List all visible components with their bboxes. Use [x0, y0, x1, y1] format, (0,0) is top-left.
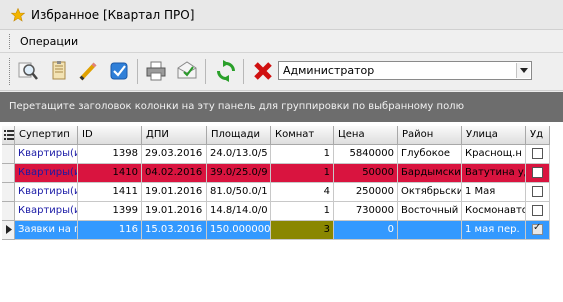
- mail-button[interactable]: [174, 58, 200, 84]
- table-cell-price[interactable]: 5840000: [334, 145, 398, 164]
- checkbox-icon: [110, 62, 128, 80]
- table-cell-district[interactable]: Бардымский: [398, 164, 462, 183]
- star-icon: [11, 7, 25, 22]
- notes-button[interactable]: [46, 58, 72, 84]
- table-cell-district[interactable]: [398, 221, 462, 240]
- table-cell-supertype[interactable]: Заявки на п: [15, 221, 78, 240]
- group-by-panel[interactable]: Перетащите заголовок колонки на эту пане…: [0, 92, 563, 122]
- delete-icon: [254, 62, 272, 80]
- column-header-rooms[interactable]: Комнат: [271, 126, 334, 145]
- menu-operations[interactable]: Операции: [20, 35, 78, 48]
- mail-icon: [177, 61, 197, 79]
- row-indicator[interactable]: [2, 221, 15, 240]
- table-cell-deleted: [526, 183, 550, 202]
- menu-grip: [9, 34, 11, 49]
- table-cell-supertype[interactable]: Квартиры(и: [15, 183, 78, 202]
- table-cell-dpi[interactable]: 29.03.2016: [142, 145, 207, 164]
- table-cell-street[interactable]: Ватутина уд: [462, 164, 526, 183]
- toolbar-grip: [9, 58, 11, 85]
- column-header-id[interactable]: ID: [78, 126, 142, 145]
- table-cell-area[interactable]: 81.0/50.0/1: [207, 183, 271, 202]
- check-button[interactable]: [106, 58, 132, 84]
- column-header-deleted[interactable]: Уд: [526, 126, 550, 145]
- table-cell-supertype[interactable]: Квартиры(и: [15, 202, 78, 221]
- table-cell-rooms[interactable]: 1: [271, 202, 334, 221]
- row-indicator[interactable]: [2, 183, 15, 202]
- print-button[interactable]: [143, 58, 169, 84]
- table-cell-rooms[interactable]: 4: [271, 183, 334, 202]
- row-indicator[interactable]: [2, 202, 15, 221]
- column-header-dpi[interactable]: ДПИ: [142, 126, 207, 145]
- table-cell-street[interactable]: Космонавто: [462, 202, 526, 221]
- current-row-icon: [6, 225, 12, 234]
- table-cell-dpi[interactable]: 04.02.2016: [142, 164, 207, 183]
- table-cell-deleted: [526, 145, 550, 164]
- table-cell-rooms[interactable]: 1: [271, 145, 334, 164]
- table-cell-id[interactable]: 116: [78, 221, 142, 240]
- delete-button[interactable]: [250, 58, 276, 84]
- table-cell-deleted: [526, 164, 550, 183]
- edit-button[interactable]: [75, 58, 101, 84]
- table-cell-area[interactable]: 150.000000: [207, 221, 271, 240]
- user-select-value: Администратор: [283, 64, 375, 77]
- grid-menu-icon: [4, 130, 14, 140]
- deleted-checkbox-checked[interactable]: [532, 222, 543, 235]
- row-indicator[interactable]: [2, 164, 15, 183]
- table-cell-street[interactable]: 1 Мая: [462, 183, 526, 202]
- table-cell-district[interactable]: Глубокое: [398, 145, 462, 164]
- deleted-checkbox[interactable]: [532, 148, 543, 159]
- row-indicator[interactable]: [2, 145, 15, 164]
- column-header-area[interactable]: Площади: [207, 126, 271, 145]
- print-icon: [146, 61, 166, 81]
- table-cell-price[interactable]: 250000: [334, 183, 398, 202]
- deleted-checkbox[interactable]: [532, 186, 543, 197]
- table-cell-id[interactable]: 1398: [78, 145, 142, 164]
- table-cell-supertype[interactable]: Квартиры(и: [15, 145, 78, 164]
- column-header-street[interactable]: Улица: [462, 126, 526, 145]
- deleted-checkbox[interactable]: [532, 205, 543, 216]
- table-cell-deleted: [526, 202, 550, 221]
- table-cell-area[interactable]: 14.8/14.0/0: [207, 202, 271, 221]
- header-indicator[interactable]: [2, 126, 15, 145]
- table-cell-rooms[interactable]: 1: [271, 164, 334, 183]
- table-cell-dpi[interactable]: 19.01.2016: [142, 183, 207, 202]
- table-cell-district[interactable]: Восточный: [398, 202, 462, 221]
- table-cell-price[interactable]: 50000: [334, 164, 398, 183]
- table-cell-id[interactable]: 1411: [78, 183, 142, 202]
- table-cell-street[interactable]: Краснощ.н: [462, 145, 526, 164]
- toolbar-separator: [243, 59, 244, 84]
- edit-pencil-icon: [79, 62, 97, 81]
- search-button[interactable]: [15, 58, 41, 84]
- table-cell-id[interactable]: 1399: [78, 202, 142, 221]
- table-cell-supertype[interactable]: Квартиры(и: [15, 164, 78, 183]
- table-cell-deleted: [526, 221, 550, 240]
- deleted-checkbox[interactable]: [532, 167, 543, 178]
- table-cell-rooms[interactable]: 3: [271, 221, 334, 240]
- toolbar-separator: [205, 59, 206, 84]
- column-header-supertype[interactable]: Супертип: [15, 126, 78, 145]
- data-grid: Супертип ID ДПИ Площади Комнат Цена Райо…: [0, 122, 563, 302]
- table-cell-price[interactable]: 730000: [334, 202, 398, 221]
- refresh-button[interactable]: [213, 58, 239, 84]
- menu-bar: Операции: [0, 30, 563, 53]
- column-header-district[interactable]: Район: [398, 126, 462, 145]
- table-cell-id[interactable]: 1410: [78, 164, 142, 183]
- column-header-price[interactable]: Цена: [334, 126, 398, 145]
- table-cell-dpi[interactable]: 19.01.2016: [142, 202, 207, 221]
- table-cell-area[interactable]: 24.0/13.0/5: [207, 145, 271, 164]
- window-title: Избранное [Квартал ПРО]: [31, 7, 195, 22]
- table-cell-price[interactable]: 0: [334, 221, 398, 240]
- notes-icon: [52, 61, 66, 80]
- toolbar-separator: [137, 59, 138, 84]
- table-cell-district[interactable]: Октябрьский: [398, 183, 462, 202]
- refresh-icon: [217, 60, 235, 82]
- table-cell-area[interactable]: 39.0/25.0/9: [207, 164, 271, 183]
- group-by-hint: Перетащите заголовок колонки на эту пане…: [9, 101, 464, 112]
- user-select[interactable]: Администратор: [278, 61, 532, 80]
- table-cell-dpi[interactable]: 15.03.2016: [142, 221, 207, 240]
- chevron-down-icon[interactable]: [516, 63, 530, 78]
- search-icon: [18, 62, 38, 80]
- table-cell-street[interactable]: 1 мая пер.: [462, 221, 526, 240]
- title-bar: Избранное [Квартал ПРО]: [0, 0, 563, 30]
